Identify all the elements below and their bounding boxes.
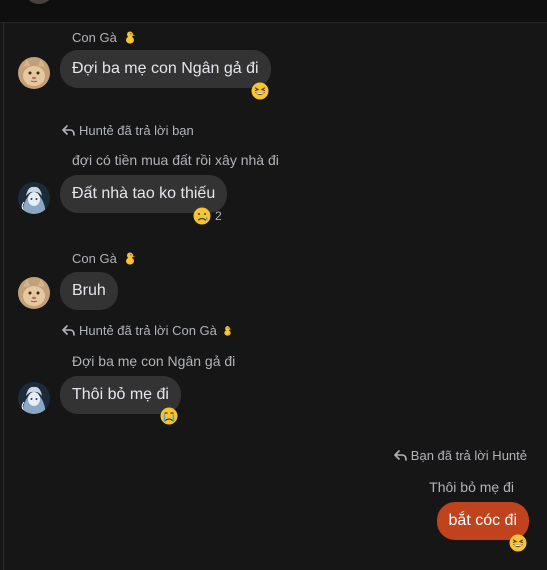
chick-emoji-icon — [123, 251, 137, 265]
sad-emoji-icon — [193, 207, 211, 225]
avatar-con-ga[interactable] — [18, 57, 50, 89]
reply-label: Huntẻ đã trả lời bạn — [79, 123, 194, 138]
reaction[interactable]: 2 — [193, 207, 222, 225]
chick-emoji-icon — [123, 30, 137, 44]
avatar — [24, 0, 54, 4]
message-text: Đất nhà tao ko thiếu — [72, 185, 216, 202]
message-text: bắt cóc đi — [448, 512, 517, 529]
chick-emoji-icon — [221, 325, 234, 336]
reply-arrow-icon — [62, 125, 75, 136]
quoted-text: đợi có tiền mua đất rồi xây nhà đi — [72, 152, 279, 168]
grinning-squint-emoji-icon — [251, 82, 269, 100]
anime-avatar-icon — [18, 182, 50, 214]
message-text: Đợi ba mẹ con Ngân gả đi — [72, 60, 259, 77]
message-1-sender: Con Gà — [72, 30, 137, 45]
reaction[interactable] — [160, 407, 178, 430]
avatar-con-ga[interactable] — [18, 277, 50, 309]
message-3-sender: Con Gà — [72, 251, 137, 266]
avatar-hunte[interactable] — [18, 382, 50, 414]
cat-avatar-icon — [18, 57, 50, 89]
sender-name: Con Gà — [72, 251, 117, 266]
message-text: Thôi bỏ mẹ đi — [72, 386, 169, 403]
reply-reference: Huntẻ đã trả lời bạn — [62, 123, 194, 138]
previous-message-strip — [0, 0, 547, 23]
reaction[interactable] — [509, 534, 527, 557]
avatar-hunte[interactable] — [18, 182, 50, 214]
anime-avatar-icon — [18, 382, 50, 414]
reaction-count: 2 — [215, 209, 222, 223]
reaction[interactable] — [251, 82, 269, 105]
quoted-text: Thôi bỏ mẹ đi — [429, 479, 514, 495]
cat-avatar-icon — [18, 277, 50, 309]
message-text: Bruh — [72, 282, 106, 299]
quoted-text: Đợi ba mẹ con Ngân gả đi — [72, 353, 236, 369]
sender-name: Con Gà — [72, 30, 117, 45]
quoted-message[interactable]: Đợi ba mẹ con Ngân gả đi — [72, 353, 235, 369]
crying-emoji-icon — [160, 407, 178, 425]
grinning-squint-emoji-icon — [509, 534, 527, 552]
quoted-message[interactable]: đợi có tiền mua đất rồi xây nhà đi — [72, 152, 279, 168]
reply-reference: Huntẻ đã trả lời Con Gà — [62, 323, 234, 338]
reply-label: Huntẻ đã trả lời Con Gà — [79, 323, 217, 338]
reply-label: Bạn đã trả lời Huntẻ — [410, 448, 527, 463]
reply-arrow-icon — [394, 450, 407, 461]
quoted-message[interactable]: Thôi bỏ mẹ đi — [429, 479, 514, 495]
divider — [3, 22, 4, 570]
reply-arrow-icon — [62, 325, 75, 336]
message-bubble[interactable]: Đợi ba mẹ con Ngân gả đi — [60, 50, 271, 88]
reply-reference: Bạn đã trả lời Huntẻ — [394, 448, 527, 463]
message-bubble[interactable]: Bruh — [60, 272, 118, 310]
